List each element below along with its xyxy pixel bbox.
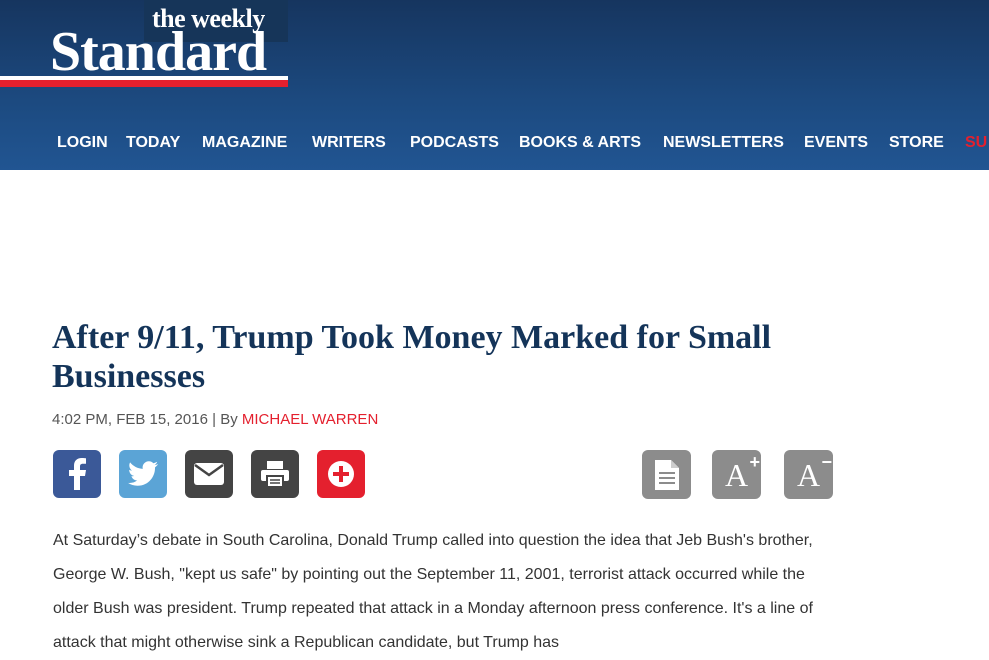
nav-podcasts[interactable]: PODCASTS xyxy=(410,134,499,152)
plus-icon xyxy=(328,461,354,487)
font-increase-symbol: + xyxy=(749,451,761,472)
font-decrease-button[interactable]: A − xyxy=(784,450,833,499)
nav-books-arts[interactable]: BOOKS & ARTS xyxy=(519,134,641,152)
byline-by: By xyxy=(220,411,238,428)
font-decrease-icon: A − xyxy=(796,453,832,493)
article-headline: After 9/11, Trump Took Money Marked for … xyxy=(52,319,772,395)
text-only-button[interactable] xyxy=(642,450,691,499)
nav-store[interactable]: STORE xyxy=(889,134,944,152)
logo-divider-red xyxy=(0,80,288,87)
nav-today[interactable]: TODAY xyxy=(126,134,180,152)
nav-events[interactable]: EVENTS xyxy=(804,134,868,152)
email-share-button[interactable] xyxy=(185,450,233,498)
facebook-icon xyxy=(69,458,86,490)
font-increase-icon: A + xyxy=(724,453,760,493)
font-increase-letter: A xyxy=(724,456,749,493)
nav-subscribe[interactable]: SU xyxy=(965,134,987,152)
twitter-share-button[interactable] xyxy=(119,450,167,498)
article-body: At Saturday’s debate in South Carolina, … xyxy=(53,524,843,660)
facebook-share-button[interactable] xyxy=(53,450,101,498)
author-link[interactable]: MICHAEL WARREN xyxy=(242,411,378,428)
logo-main-text[interactable]: Standard xyxy=(50,24,267,80)
article-paragraph: At Saturday’s debate in South Carolina, … xyxy=(53,532,813,651)
nav-writers[interactable]: WRITERS xyxy=(312,134,386,152)
article-byline: 4:02 PM, FEB 15, 2016 | By MICHAEL WARRE… xyxy=(52,411,378,428)
nav-newsletters[interactable]: NEWSLETTERS xyxy=(663,134,784,152)
font-decrease-letter: A xyxy=(796,456,821,493)
nav-magazine[interactable]: MAGAZINE xyxy=(202,134,287,152)
more-share-button[interactable] xyxy=(317,450,365,498)
site-header: the weekly Standard LOGIN TODAY MAGAZINE… xyxy=(0,0,989,170)
nav-login[interactable]: LOGIN xyxy=(57,134,108,152)
byline-separator: | xyxy=(212,411,217,428)
font-decrease-symbol: − xyxy=(821,451,833,472)
main-nav: LOGIN TODAY MAGAZINE WRITERS PODCASTS BO… xyxy=(0,134,989,156)
font-increase-button[interactable]: A + xyxy=(712,450,761,499)
twitter-icon xyxy=(128,461,158,486)
print-button[interactable] xyxy=(251,450,299,498)
article-timestamp: 4:02 PM, FEB 15, 2016 xyxy=(52,411,208,428)
document-icon xyxy=(654,459,679,490)
print-icon xyxy=(261,461,289,488)
email-icon xyxy=(194,463,224,485)
